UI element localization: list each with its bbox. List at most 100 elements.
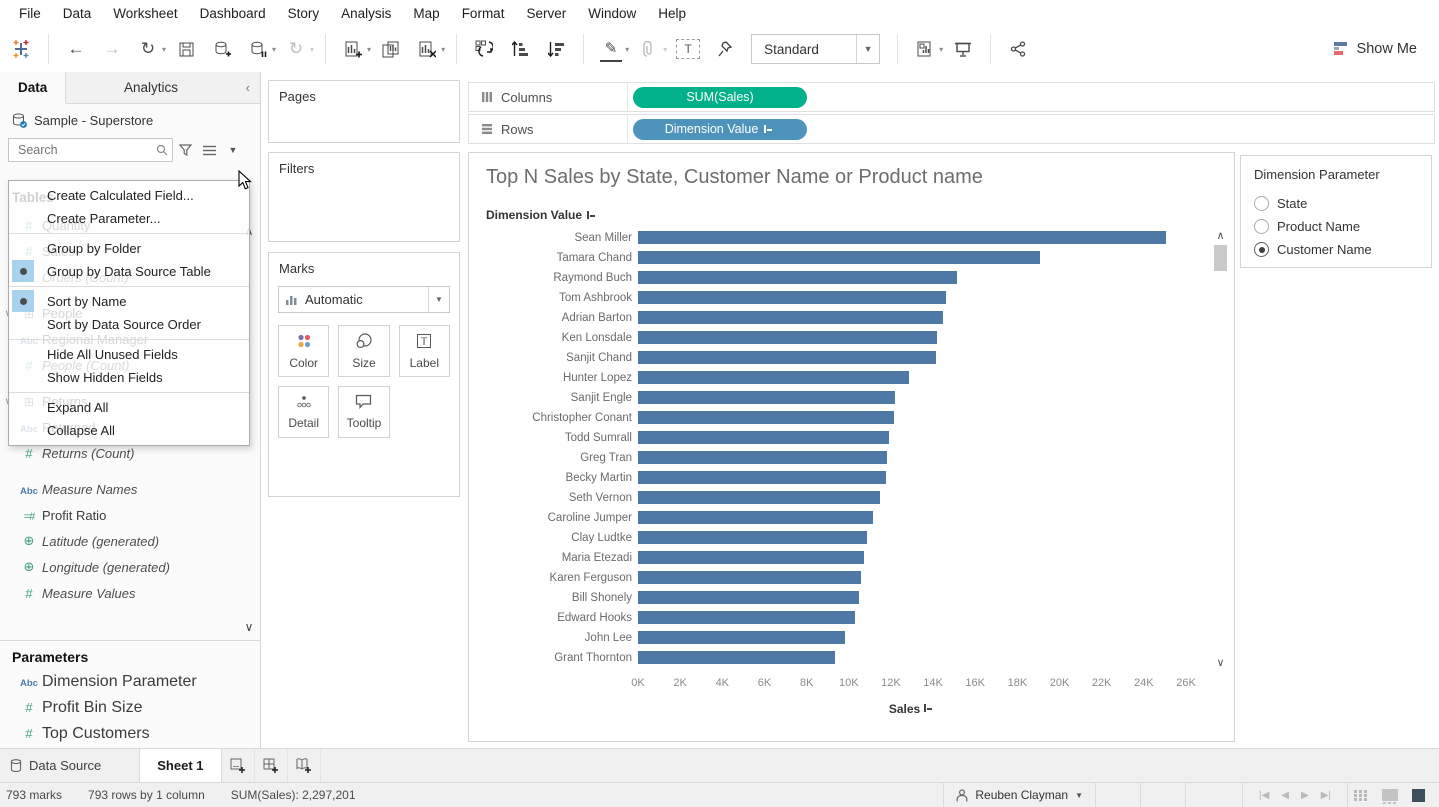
radio-icon[interactable] <box>1254 196 1269 211</box>
bar-mark[interactable] <box>638 231 1166 244</box>
row-label[interactable]: Ken Lonsdale <box>469 332 638 344</box>
bar-mark[interactable] <box>638 391 895 404</box>
tab-data[interactable]: Data <box>0 72 66 104</box>
row-label[interactable]: Todd Sumrall <box>469 432 638 444</box>
new-worksheet-icon[interactable] <box>342 37 364 61</box>
bar-mark[interactable] <box>638 631 845 644</box>
radio-option-customer-name[interactable]: Customer Name <box>1254 238 1431 261</box>
share-icon[interactable] <box>1007 37 1029 61</box>
radio-option-state[interactable]: State <box>1254 192 1431 215</box>
show-tabs-icon[interactable] <box>1412 789 1425 802</box>
context-menu-item-sort-by-data-source-order[interactable]: Sort by Data Source Order <box>9 313 249 336</box>
row-label[interactable]: Tamara Chand <box>469 252 638 264</box>
tableau-logo[interactable] <box>10 37 32 61</box>
clear-sheet-icon[interactable] <box>416 37 438 61</box>
row-label[interactable]: John Lee <box>469 632 638 644</box>
header-sort-icon[interactable] <box>587 210 598 220</box>
row-label[interactable]: Edward Hooks <box>469 612 638 624</box>
field-profit-ratio[interactable]: =#Profit Ratio <box>0 502 260 528</box>
row-label[interactable]: Sanjit Chand <box>469 352 638 364</box>
pill-sort-icon[interactable] <box>764 124 775 134</box>
context-menu-item-group-by-folder[interactable]: Group by Folder <box>9 237 249 260</box>
user-caret-icon[interactable]: ▼ <box>1075 791 1083 800</box>
radio-icon[interactable] <box>1254 219 1269 234</box>
mark-type-dropdown[interactable]: Automatic ▼ <box>278 286 450 313</box>
menu-item-file[interactable]: File <box>8 3 52 24</box>
bar-mark[interactable] <box>638 271 957 284</box>
bar-mark[interactable] <box>638 371 909 384</box>
row-label[interactable]: Adrian Barton <box>469 312 638 324</box>
label-button[interactable]: TLabel <box>399 325 450 377</box>
radio-icon[interactable] <box>1254 242 1269 257</box>
color-button[interactable]: Color <box>278 325 329 377</box>
new-dashboard-tab-icon[interactable] <box>255 749 288 782</box>
bar-mark[interactable] <box>638 611 855 624</box>
pages-shelf[interactable]: Pages <box>268 80 460 143</box>
nav-next-icon[interactable]: ▶ <box>1301 790 1309 801</box>
nav-last-icon[interactable]: ▶| <box>1321 790 1331 801</box>
row-label[interactable]: Bill Shonely <box>469 592 638 604</box>
show-mark-labels-icon[interactable] <box>914 37 936 61</box>
context-menu-item-create-calculated-field[interactable]: Create Calculated Field... <box>9 184 249 207</box>
row-label[interactable]: Tom Ashbrook <box>469 292 638 304</box>
parameter-profit-bin-size[interactable]: #Profit Bin Size <box>0 695 260 721</box>
replay-icon[interactable]: ↻ <box>137 37 159 61</box>
bar-mark[interactable] <box>638 571 861 584</box>
view-as-list-icon[interactable] <box>197 139 221 161</box>
field-latitude-generated[interactable]: ⊕Latitude (generated) <box>0 528 260 554</box>
row-label[interactable]: Grant Thornton <box>469 652 638 664</box>
bar-mark[interactable] <box>638 331 937 344</box>
filter-fields-icon[interactable] <box>173 139 197 161</box>
presentation-mode-icon[interactable] <box>952 37 974 61</box>
field-measure-values[interactable]: #Measure Values <box>0 580 260 606</box>
row-field-header[interactable]: Dimension Value <box>486 208 598 222</box>
bar-mark[interactable] <box>638 411 894 424</box>
row-label[interactable]: Maria Etezadi <box>469 552 638 564</box>
row-label[interactable]: Caroline Jumper <box>469 512 638 524</box>
chart-scrollbar[interactable]: ∧ ∨ <box>1213 229 1228 669</box>
bar-mark[interactable] <box>638 351 936 364</box>
context-menu-item-collapse-all[interactable]: Collapse All <box>9 419 249 442</box>
tab-sheet1[interactable]: Sheet 1 <box>139 749 221 782</box>
pill-sum-sales[interactable]: SUM(Sales) <box>633 87 807 108</box>
size-button[interactable]: Size <box>338 325 389 377</box>
menu-item-analysis[interactable]: Analysis <box>330 3 402 24</box>
rows-shelf[interactable]: Rows Dimension Value <box>468 114 1435 144</box>
menu-item-map[interactable]: Map <box>402 3 450 24</box>
tab-data-source[interactable]: Data Source <box>0 749 139 782</box>
menu-item-worksheet[interactable]: Worksheet <box>102 3 188 24</box>
filters-shelf[interactable]: Filters <box>268 152 460 242</box>
tab-analytics[interactable]: Analytics <box>66 72 235 103</box>
menu-item-window[interactable]: Window <box>577 3 647 24</box>
search-box[interactable] <box>8 138 173 162</box>
bar-mark[interactable] <box>638 291 946 304</box>
x-axis[interactable]: 0K2K4K6K8K10K12K14K16K18K20K22K24K26K <box>638 677 1186 693</box>
fit-view-caret-icon[interactable]: ▼ <box>856 35 879 63</box>
menu-item-help[interactable]: Help <box>647 3 697 24</box>
highlight-caret-icon[interactable]: ▾ <box>625 45 629 54</box>
data-pane-menu-caret-icon[interactable]: ▼ <box>221 139 245 161</box>
row-label[interactable]: Seth Vernon <box>469 492 638 504</box>
show-me-button[interactable]: Show Me <box>1334 41 1417 57</box>
new-worksheet-caret-icon[interactable]: ▾ <box>367 45 371 54</box>
nav-first-icon[interactable]: |◀ <box>1259 790 1269 801</box>
context-menu-item-sort-by-name[interactable]: Sort by Name <box>9 290 249 313</box>
row-label[interactable]: Karen Ferguson <box>469 572 638 584</box>
row-label[interactable]: Clay Ludtke <box>469 532 638 544</box>
menu-item-data[interactable]: Data <box>52 3 103 24</box>
nav-prev-icon[interactable]: ◀ <box>1281 790 1289 801</box>
row-label[interactable]: Hunter Lopez <box>469 372 638 384</box>
scroll-up-icon[interactable]: ∧ <box>1213 229 1228 242</box>
sort-ascending-icon[interactable] <box>509 37 531 61</box>
bar-mark[interactable] <box>638 491 880 504</box>
axis-sort-icon[interactable] <box>924 703 935 713</box>
menu-item-dashboard[interactable]: Dashboard <box>189 3 277 24</box>
bar-mark[interactable] <box>638 511 873 524</box>
menu-item-format[interactable]: Format <box>451 3 516 24</box>
replay-caret-icon[interactable]: ▾ <box>162 45 166 54</box>
parameter-dimension-parameter[interactable]: AbcDimension Parameter <box>0 669 260 695</box>
x-axis-label[interactable]: Sales <box>638 702 1186 716</box>
new-story-tab-icon[interactable] <box>288 749 321 782</box>
row-label[interactable]: Sanjit Engle <box>469 392 638 404</box>
new-data-source-icon[interactable] <box>211 37 233 61</box>
